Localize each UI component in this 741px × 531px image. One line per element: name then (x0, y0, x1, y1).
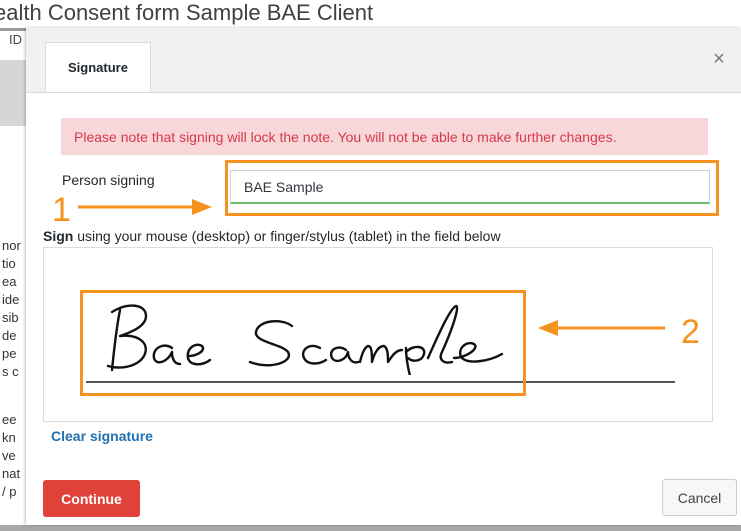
annotation-arrows (78, 199, 665, 336)
arrow-left-head-icon (538, 320, 558, 336)
arrow-right-head-icon (192, 199, 212, 215)
